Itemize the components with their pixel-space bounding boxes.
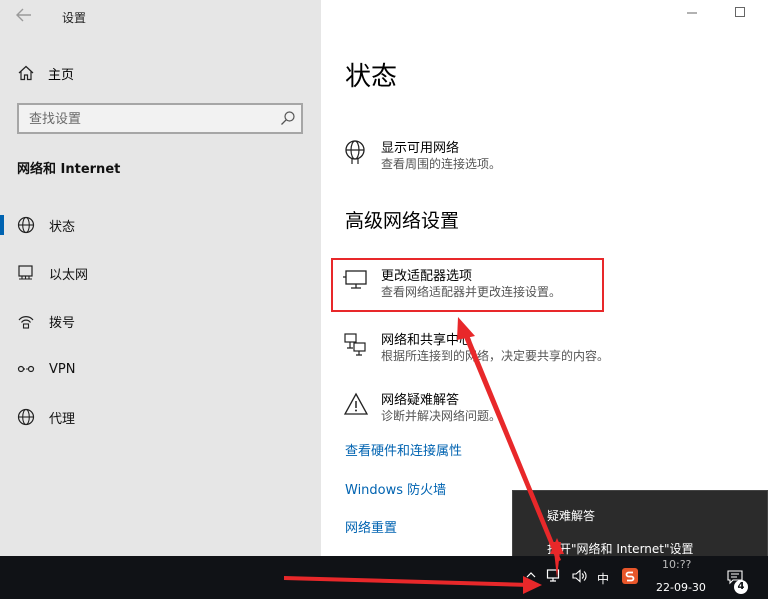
warning-icon [343,392,369,415]
section-title: 网络和 Internet [17,162,121,177]
option-title: 网络和共享中心 [381,333,473,348]
minimize-button[interactable] [684,6,700,22]
window-title: 设置 [62,11,87,25]
tray-context-menu: 疑难解答 打开"网络和 Internet"设置 [512,490,768,562]
page-title: 状态 [345,62,398,92]
taskbar: 中 10:?? 22-09-30 [0,556,768,599]
ime-indicator[interactable]: 中 [597,570,609,587]
section-heading: 高级网络设置 [345,210,460,232]
vpn-icon [17,365,35,373]
option-desc: 查看周围的连接选项。 [381,157,502,171]
minimize-icon [687,12,697,14]
search-icon[interactable] [280,110,296,126]
sidebar-item-label: 状态 [49,219,76,235]
network-sharing-center[interactable]: 网络和共享中心 根据所连接到的网络，决定要共享的内容。 [343,329,623,369]
globe-icon [17,216,35,234]
clock-date[interactable]: 22-09-30 [656,581,706,594]
clock-time[interactable]: 10:?? [662,558,691,571]
sidebar-item-status[interactable]: 状态 [0,205,321,245]
search-input[interactable] [19,105,271,133]
show-networks-option[interactable]: 显示可用网络 查看周围的连接选项。 [343,137,583,177]
search-box[interactable] [17,103,303,134]
sogou-s-icon [625,571,635,582]
sidebar-item-label: 拨号 [49,315,76,331]
home-icon [18,65,34,81]
globe-icon [17,408,35,426]
highlight-annotation [331,258,604,312]
option-title: 显示可用网络 [381,141,460,156]
hardware-properties-link[interactable]: 查看硬件和连接属性 [345,440,462,459]
window-controls [684,6,748,22]
globe-icon [345,140,365,164]
network-reset-link[interactable]: 网络重置 [345,517,397,536]
arrow-left-icon [16,8,31,22]
chevron-up-icon[interactable] [526,570,536,580]
menu-item-troubleshoot[interactable]: 疑难解答 [547,507,595,524]
windows-firewall-link[interactable]: Windows 防火墙 [345,479,446,498]
sidebar-item-label: 代理 [49,411,76,427]
sogou-ime-icon[interactable] [622,568,638,584]
maximize-icon [735,7,745,17]
option-desc: 根据所连接到的网络，决定要共享的内容。 [381,349,610,363]
sidebar-item-label: 以太网 [49,267,89,283]
option-title: 网络疑难解答 [381,393,460,408]
back-button[interactable] [16,8,38,26]
sidebar-item-label: 主页 [48,67,75,83]
sidebar-item-label: VPN [49,361,76,377]
sidebar-item-vpn[interactable]: VPN [0,349,321,389]
option-desc: 诊断并解决网络问题。 [381,409,502,423]
ethernet-icon [18,265,33,280]
sidebar-item-home[interactable]: 主页 [18,63,74,83]
sidebar-item-dialup[interactable]: 拨号 [0,301,321,341]
settings-sidebar: 设置 主页 网络和 Internet 状态 以太网 [0,0,321,556]
network-share-icon [344,333,366,356]
dialup-icon [18,316,34,329]
maximize-button[interactable] [732,6,748,22]
sidebar-item-proxy[interactable]: 代理 [0,397,321,437]
sidebar-item-ethernet[interactable]: 以太网 [0,253,321,293]
speaker-icon[interactable] [572,569,588,583]
notification-badge: 4 [734,580,748,594]
network-troubleshooter[interactable]: 网络疑难解答 诊断并解决网络问题。 [343,389,583,429]
network-tray-icon[interactable] [546,568,562,584]
menu-item-open-network-settings[interactable]: 打开"网络和 Internet"设置 [547,540,694,557]
